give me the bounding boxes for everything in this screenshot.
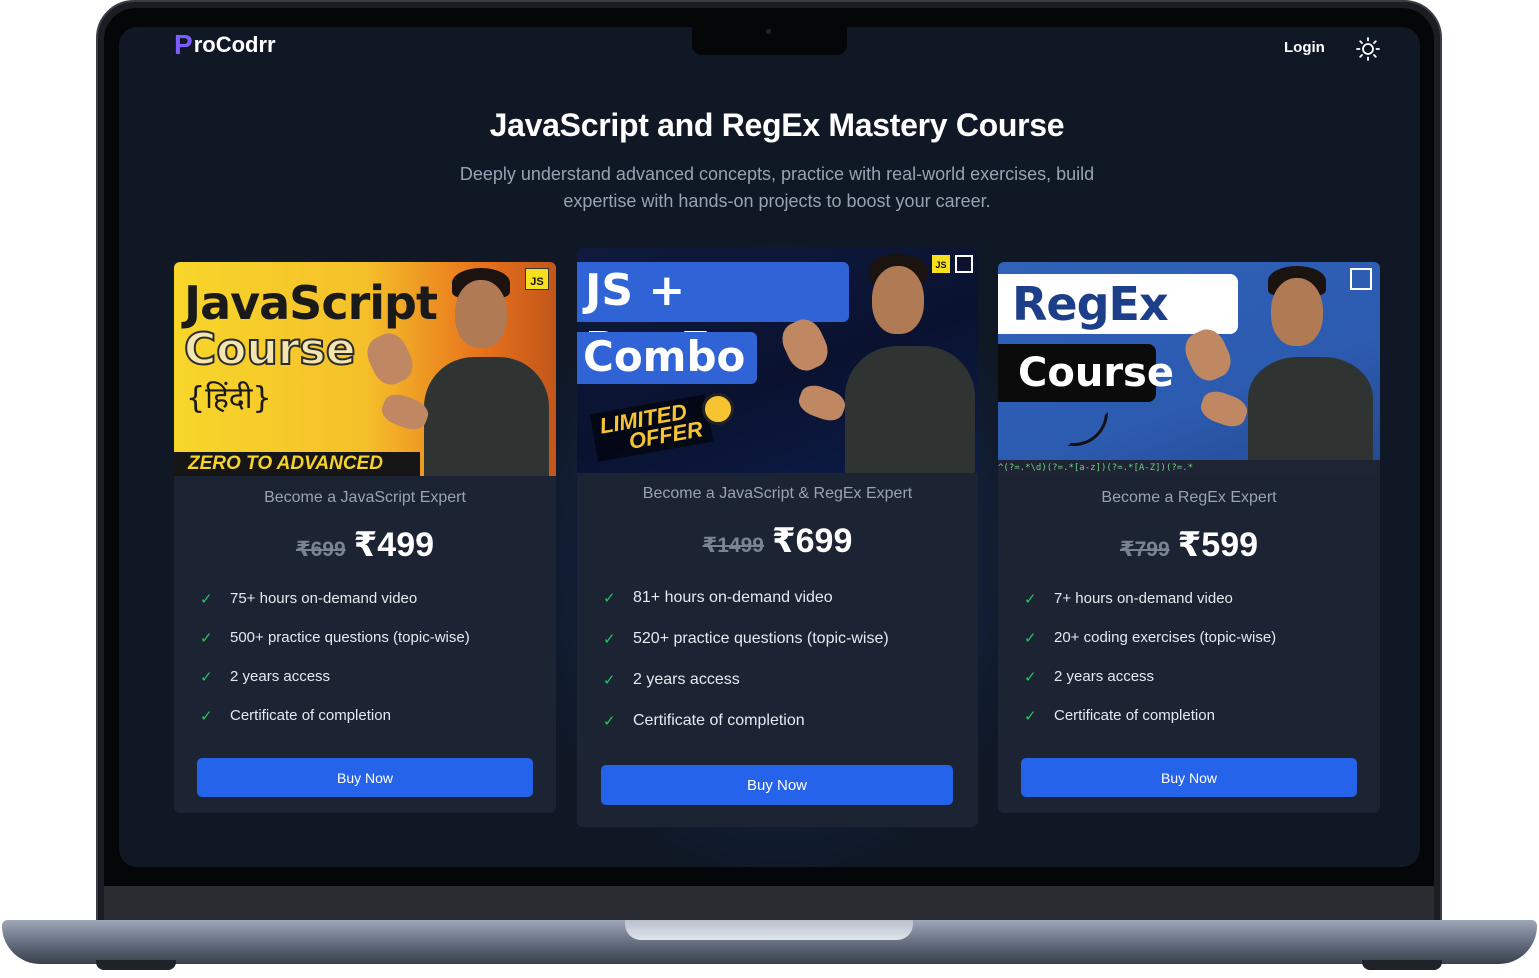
feature-item: ✓ 2 years access	[200, 668, 331, 686]
check-icon: ✓	[200, 668, 213, 686]
thumb-title: RegEx Pro	[998, 274, 1238, 391]
logo[interactable]: P roCodrr	[174, 29, 276, 61]
feature-item: ✓ 7+ hours on-demand video	[1024, 590, 1233, 608]
laptop-foot-right	[1362, 960, 1442, 970]
buy-now-button[interactable]: Buy Now	[601, 765, 953, 805]
course-card-combo: JS + RegEx Combo LIMITED OFFER JS Become…	[577, 248, 978, 827]
original-price: ₹699	[295, 538, 346, 561]
logo-mark: P	[174, 29, 193, 60]
buy-now-button[interactable]: Buy Now	[1021, 758, 1357, 797]
thumb-title: JavaScript	[184, 276, 438, 330]
feature-item: ✓ Certificate of completion	[603, 711, 805, 730]
page-title: JavaScript and RegEx Mastery Course	[489, 107, 1065, 143]
regex-badge-icon	[955, 255, 973, 273]
thumb-subtitle: Course	[998, 344, 1174, 402]
course-card-javascript: JavaScript Course {हिंदी} ZERO TO ADVANC…	[174, 262, 556, 813]
camera-notch	[692, 27, 847, 55]
original-price: ₹1499	[702, 534, 764, 557]
check-icon: ✓	[200, 629, 213, 647]
course-tagline: Become a JavaScript Expert	[264, 489, 466, 506]
feature-item: ✓ 75+ hours on-demand video	[200, 590, 418, 608]
regex-code-strip: ^(?=.*\d)(?=.*[a-z])(?=.*[A-Z])(?=.*	[998, 460, 1380, 476]
course-tagline: Become a JavaScript & RegEx Expert	[642, 485, 913, 502]
price-row: ₹699 ₹499	[174, 525, 556, 565]
camera-icon	[766, 29, 771, 34]
laptop-hinge	[104, 886, 1434, 922]
check-icon: ✓	[603, 589, 616, 607]
course-thumbnail[interactable]: RegEx Pro Course ^(?=.*\d)(?=.*[a-z])(?=…	[998, 262, 1380, 476]
course-thumbnail[interactable]: JavaScript Course {हिंदी} ZERO TO ADVANC…	[174, 262, 556, 476]
feature-item: ✓ Certificate of completion	[1024, 707, 1215, 725]
logo-text: roCodrr	[193, 32, 276, 57]
feature-item: ✓ 500+ practice questions (topic-wise)	[200, 629, 470, 647]
buy-now-button[interactable]: Buy Now	[197, 758, 533, 797]
check-icon: ✓	[200, 590, 213, 608]
feature-list: ✓ 81+ hours on-demand video ✓ 520+ practic…	[603, 577, 978, 741]
course-tagline: Become a RegEx Expert	[1101, 489, 1277, 506]
feature-item: ✓ 2 years access	[1024, 668, 1155, 686]
check-icon: ✓	[603, 630, 616, 648]
limited-offer-badge: LIMITED OFFER	[589, 394, 713, 462]
course-card-regex: RegEx Pro Course ^(?=.*\d)(?=.*[a-z])(?=…	[998, 262, 1380, 813]
check-icon: ✓	[1024, 629, 1037, 647]
js-badge-icon: JS	[932, 255, 950, 273]
check-icon: ✓	[1024, 668, 1037, 686]
page-subtitle: Deeply understand advanced concepts, pra…	[459, 164, 1095, 211]
arrow-icon	[1068, 412, 1108, 446]
price-row: ₹799 ₹599	[998, 525, 1380, 565]
feature-item: ✓ 20+ coding exercises (topic-wise)	[1024, 629, 1277, 647]
js-badge-icon: JS	[525, 268, 549, 290]
thumb-band: ZERO TO ADVANCED	[174, 452, 420, 476]
regex-badge-icon	[1350, 268, 1372, 290]
thumb-subtitle: Combo	[577, 332, 757, 384]
feature-list: ✓ 75+ hours on-demand video ✓ 500+ practic…	[200, 579, 556, 735]
check-icon: ✓	[603, 671, 616, 689]
feature-list: ✓ 7+ hours on-demand video ✓ 20+ coding ex…	[1024, 579, 1380, 735]
sun-icon[interactable]	[1355, 36, 1381, 62]
check-icon: ✓	[1024, 707, 1037, 725]
check-icon: ✓	[603, 712, 616, 730]
thumb-title: JS + RegEx	[577, 262, 849, 374]
screen: P roCodrr Login JavaScript and RegEx Mas…	[119, 27, 1420, 867]
feature-item: ✓ Certificate of completion	[200, 707, 391, 725]
clock-icon	[702, 393, 734, 425]
laptop-foot-left	[96, 960, 176, 970]
feature-item: ✓ 520+ practice questions (topic-wise)	[603, 629, 889, 648]
sale-price: ₹599	[1177, 526, 1259, 564]
login-link[interactable]: Login	[1284, 39, 1325, 56]
sale-price: ₹699	[771, 522, 853, 560]
thumb-subtitle: Course	[183, 323, 357, 376]
laptop-opening-notch	[625, 920, 913, 940]
price-row: ₹1499 ₹699	[577, 521, 978, 561]
course-thumbnail[interactable]: JS + RegEx Combo LIMITED OFFER JS	[577, 248, 978, 473]
check-icon: ✓	[200, 707, 213, 725]
sale-price: ₹499	[353, 526, 435, 564]
feature-item: ✓ 2 years access	[603, 670, 740, 689]
thumb-language: {हिंदी}	[186, 381, 272, 416]
check-icon: ✓	[1024, 590, 1037, 608]
feature-item: ✓ 81+ hours on-demand video	[603, 588, 833, 607]
original-price: ₹799	[1119, 538, 1170, 561]
